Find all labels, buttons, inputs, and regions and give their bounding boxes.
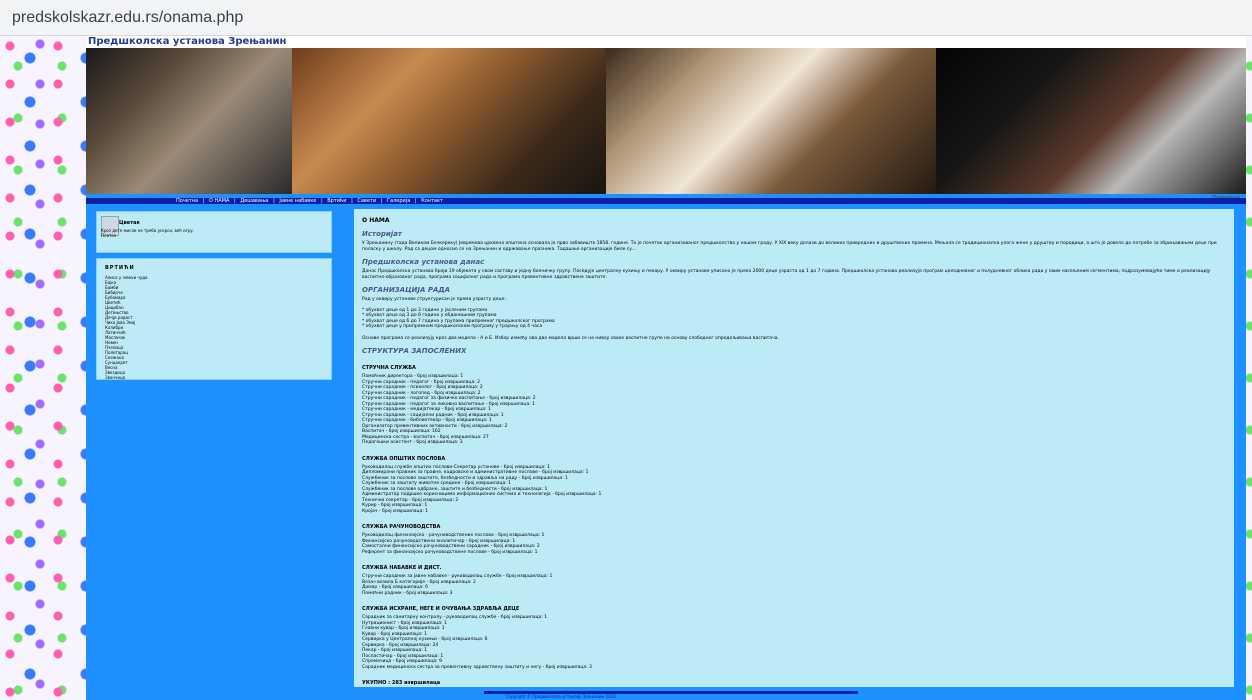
footer: Copyright © Предшколска установа Зрењани… bbox=[86, 691, 1246, 700]
today-text: Данас Предшколска установа броји 19 обје… bbox=[362, 269, 1211, 280]
staff-structure-heading: СТРУКТУРА ЗАПОСЛЕНИХ bbox=[362, 347, 467, 355]
staff-section-title: СТРУЧНА СЛУЖБА bbox=[362, 365, 416, 371]
nav-separator: | bbox=[380, 198, 383, 204]
staff-section-lines: Помоћник директора - број извршилаца: 1 … bbox=[362, 374, 1226, 446]
nav-about[interactable]: О НАМА bbox=[209, 198, 229, 204]
main-navigation: Почетна | О НАМА | Дешавања | Јавне наба… bbox=[86, 198, 1246, 204]
staff-section-title: СЛУЖБА НАБАВКЕ И ДИСТ. bbox=[362, 565, 442, 571]
staff-section-title: СЛУЖБА ИСХРАНЕ, НЕГЕ И ОЧУВАЊА ЗДРАВЉА Д… bbox=[362, 606, 520, 612]
nav-separator: | bbox=[273, 198, 275, 204]
organization-intro: Рад у оквиру установе структурисан је пр… bbox=[362, 297, 506, 302]
nav-contact[interactable]: Контакт bbox=[421, 198, 443, 204]
nav-separator: | bbox=[234, 198, 236, 204]
banner-photo-1 bbox=[86, 48, 292, 194]
staff-section-lines: Руководилац финансијско - рачуноводствен… bbox=[362, 533, 1226, 555]
nav-advice[interactable]: Савети bbox=[357, 198, 376, 204]
nav-events[interactable]: Дешавања bbox=[240, 198, 268, 204]
section-today-heading: Предшколска установа данас bbox=[362, 258, 485, 266]
nav-home[interactable]: Почетна bbox=[176, 198, 198, 204]
browser-url[interactable]: predskolskazr.edu.rs/onama.php bbox=[12, 9, 243, 27]
staff-section-lines: Сарадник за санитарну контролу - руковод… bbox=[362, 615, 1226, 670]
organization-item: * обухват деце у припремном предшколском… bbox=[362, 324, 543, 329]
kindergartens-list: Алиса у земљи чуда Бајка Бамби Бибирче Б… bbox=[105, 275, 148, 380]
organization-outro: Основе програма се реализују кроз два мо… bbox=[362, 335, 779, 341]
kindergartens-panel: ВРТИЋИ Алиса у земљи чуда Бајка Бамби Би… bbox=[96, 258, 332, 380]
site-title[interactable]: Предшколска установа Зрењанин bbox=[86, 36, 1246, 48]
banner-photo-4 bbox=[936, 48, 1246, 194]
staff-line: Кројач - број извршилаца: 1 bbox=[362, 508, 429, 514]
nav-procurement[interactable]: Јавне набавке bbox=[279, 198, 316, 204]
staff-total: УКУПНО : 283 извршилаца bbox=[362, 680, 441, 686]
user-quote: Кроз дете мисли не треба ускрси, већ игр… bbox=[101, 228, 301, 238]
kindergartens-title: ВРТИЋИ bbox=[105, 265, 135, 271]
history-text: У Зрењанину (тада Великом Бечкереку) Јев… bbox=[362, 241, 1217, 252]
nav-separator: | bbox=[351, 198, 353, 204]
site-container: Предшколска установа Зрењанин Премијера … bbox=[86, 36, 1246, 700]
user-name: Цветак bbox=[119, 220, 140, 226]
nav-gallery[interactable]: Галерија bbox=[387, 198, 410, 204]
quote-sign: Платон bbox=[101, 233, 117, 238]
section-organization-heading: ОРГАНИЗАЦИЈА РАДА bbox=[362, 286, 451, 294]
staff-section-lines: Руководилац службе општих послова-Секрет… bbox=[362, 465, 1226, 515]
main-content: О НАМА Историјат У Зрењанину (тада Велик… bbox=[354, 209, 1234, 687]
header-banner bbox=[86, 48, 1246, 194]
organization-list: * обухват деце од 1 до 3 године у јаслен… bbox=[362, 308, 1226, 330]
page-title: О НАМА bbox=[362, 217, 390, 224]
user-panel: Цветак Кроз дете мисли не треба ускрси, … bbox=[96, 211, 332, 253]
browser-address-bar[interactable]: predskolskazr.edu.rs/onama.php bbox=[0, 0, 1252, 36]
nav-kindergartens[interactable]: Вртићи bbox=[327, 198, 346, 204]
list-item[interactable]: Звончица bbox=[105, 375, 148, 380]
staff-line: Помоћни радник - број извршилаца: 3 bbox=[362, 590, 453, 596]
banner-photo-2 bbox=[292, 48, 606, 194]
nav-links: Почетна | О НАМА | Дешавања | Јавне наба… bbox=[176, 198, 446, 204]
main-content-inner: О НАМА Историјат У Зрењанину (тада Велик… bbox=[354, 209, 1234, 687]
staff-section-title: СЛУЖБА ОПШТИХ ПОСЛОВА bbox=[362, 455, 446, 462]
staff-line: Референт за финансијско рачуноводствене … bbox=[362, 549, 538, 555]
staff-line: Сарадник медицинска сестра за превентивн… bbox=[362, 664, 592, 670]
nav-separator: | bbox=[320, 198, 323, 204]
banner-photo-3 bbox=[606, 48, 936, 194]
nav-separator: | bbox=[414, 198, 417, 204]
section-history-heading: Историјат bbox=[362, 230, 402, 238]
footer-text: Copyright © Предшколска установа Зрењани… bbox=[506, 694, 617, 699]
nav-separator: | bbox=[202, 198, 205, 204]
staff-line: Педагошки асистент - број извршилаца: 3 bbox=[362, 440, 463, 445]
staff-section-lines: Стручни сарадник за јавне набавке - руко… bbox=[362, 574, 1226, 596]
staff-section-title: СЛУЖБА РАЧУНОВОДСТВА bbox=[362, 524, 441, 530]
